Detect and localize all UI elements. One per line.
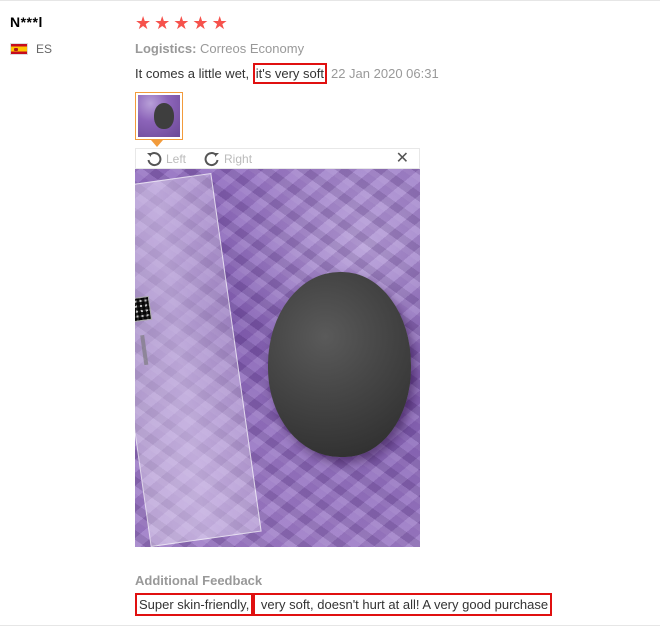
star-icon: ★ [173, 13, 190, 33]
logistics-label: Logistics: [135, 41, 197, 56]
reviewer-country: ES [10, 42, 52, 56]
plastic-bag [135, 172, 262, 547]
logistics-value: Correos Economy [200, 41, 305, 56]
rotate-right-icon [204, 151, 220, 166]
bottom-divider [0, 625, 660, 626]
rotate-right-label: Right [224, 151, 253, 166]
review-date: 22 Jan 2020 06:31 [330, 66, 439, 81]
star-icon: ★ [192, 13, 209, 33]
country-code: ES [36, 42, 53, 56]
top-divider [0, 0, 660, 1]
review-photo-thumbnail[interactable] [135, 92, 183, 140]
additional-feedback-label: Additional Feedback [135, 573, 263, 588]
rotate-left-label: Left [166, 151, 187, 166]
thumbnail-selected-indicator [151, 140, 163, 147]
image-viewer-toolbar: Left Right ✕ [135, 148, 420, 169]
review-text-highlight: it's very soft [252, 63, 327, 84]
close-icon[interactable]: ✕ [396, 150, 409, 168]
thumbnail-image [138, 95, 180, 137]
reviewer-name: N***l [10, 14, 43, 30]
spain-flag-icon [10, 43, 28, 55]
review-text-plain: It comes a little wet, [135, 66, 253, 81]
star-icon: ★ [135, 13, 152, 33]
review-text: It comes a little wet, it's very soft 22 … [135, 63, 439, 84]
review-photo-large [135, 169, 420, 547]
additional-feedback-text: Super skin-friendly, very soft, doesn't … [135, 593, 553, 616]
rotate-left-icon [147, 151, 162, 166]
rotate-left-button[interactable]: Left [146, 151, 186, 167]
star-icon: ★ [154, 13, 171, 33]
bag-label-text [140, 334, 149, 366]
star-rating: ★ ★ ★ ★ ★ [135, 14, 228, 32]
star-icon: ★ [211, 13, 228, 33]
additional-feedback-highlight-2: very soft, doesn't hurt at all! A very g… [253, 593, 553, 616]
rotate-right-button[interactable]: Right [204, 151, 252, 167]
logistics-info: Logistics: Correos Economy [135, 41, 304, 56]
qr-code-label [135, 295, 153, 323]
charcoal-sponge [268, 272, 411, 457]
additional-feedback-highlight-1: Super skin-friendly, [135, 593, 254, 616]
thumbnail-sponge [154, 103, 174, 129]
